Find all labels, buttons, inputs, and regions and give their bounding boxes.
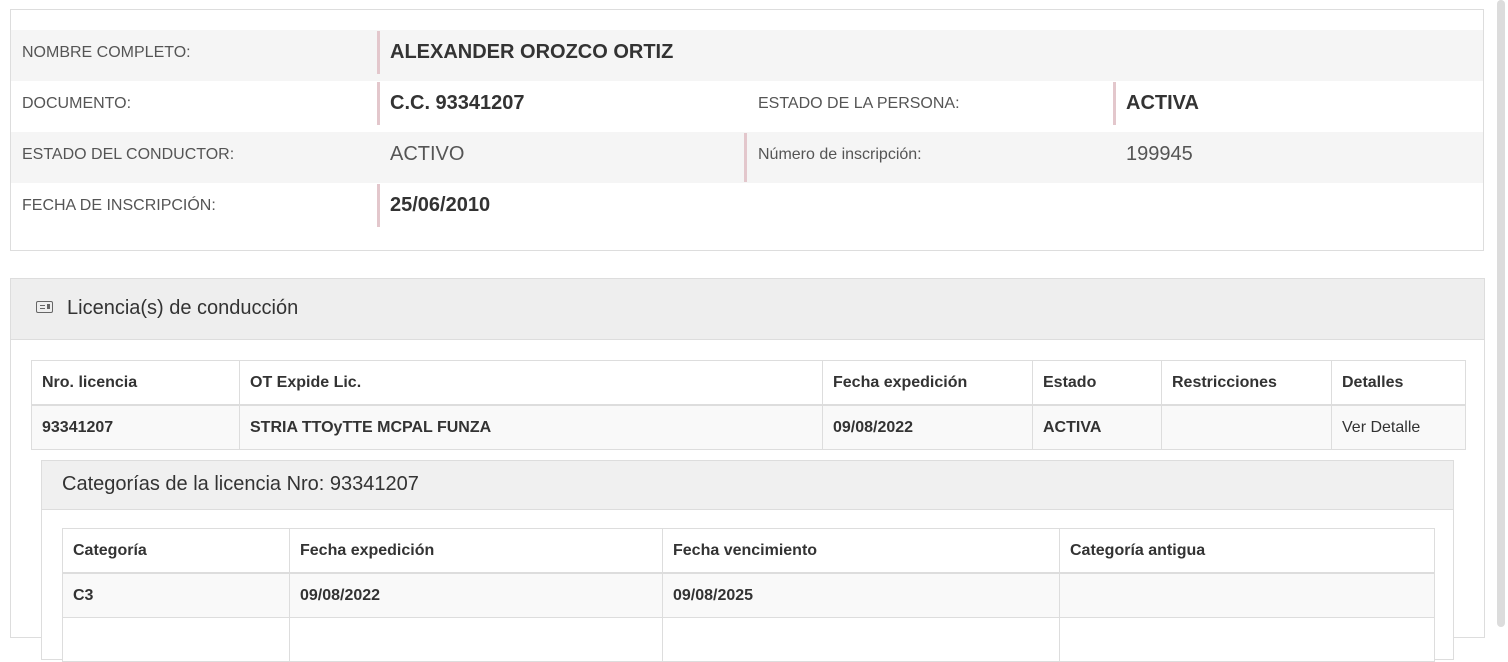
col-detalles[interactable]: Detalles [1331,360,1466,406]
row-fecha-inscripcion: FECHA DE INSCRIPCIÓN: 25/06/2010 [11,183,1483,234]
table-row [62,617,1435,662]
categorias-title: Categorías de la licencia Nro: 93341207 [62,473,419,495]
ver-detalle-link[interactable]: Ver Detalle [1331,404,1466,450]
cell-fecha-expedicion: 09/08/2022 [289,572,663,618]
col-estado[interactable]: Estado [1032,360,1162,406]
row-estado-conductor: ESTADO DEL CONDUCTOR: ACTIVO Número de i… [11,132,1483,183]
cell-empty [62,617,290,662]
cell-fecha-vencimiento: 09/08/2025 [662,572,1060,618]
cell-empty [289,617,663,662]
estado-conductor-value: ACTIVO [390,143,465,165]
estado-conductor-label: ESTADO DEL CONDUCTOR: [22,146,235,163]
row-documento: DOCUMENTO: C.C. 93341207 ESTADO DE LA PE… [11,81,1483,132]
licencias-panel-header: Licencia(s) de conducción [11,279,1484,340]
cell-ot-expide: STRIA TTOyTTE MCPAL FUNZA [239,404,823,450]
cell-fecha-expedicion: 09/08/2022 [822,404,1033,450]
col-ot-expide[interactable]: OT Expide Lic. [239,360,823,406]
fecha-inscripcion-label: FECHA DE INSCRIPCIÓN: [22,197,216,214]
value-divider [377,184,380,227]
estado-persona-value: ACTIVA [1126,92,1199,114]
col-nro-licencia[interactable]: Nro. licencia [31,360,240,406]
cell-estado: ACTIVA [1032,404,1162,450]
categorias-panel-header: Categorías de la licencia Nro: 93341207 [42,461,1453,510]
scrollbar-thumb[interactable] [1497,0,1505,627]
cell-empty [1059,617,1435,662]
col-fecha-expedicion[interactable]: Fecha expedición [289,528,663,574]
value-divider [744,133,747,182]
value-divider [377,31,380,74]
licencias-panel: Licencia(s) de conducción Nro. licencia … [10,278,1485,662]
estado-persona-label: ESTADO DE LA PERSONA: [758,95,960,112]
table-header-row: Nro. licencia OT Expide Lic. Fecha exped… [31,360,1466,406]
table-row[interactable]: 93341207 STRIA TTOyTTE MCPAL FUNZA 09/08… [31,404,1466,450]
table-header-row: Categoría Fecha expedición Fecha vencimi… [62,528,1435,574]
col-fecha-expedicion[interactable]: Fecha expedición [822,360,1033,406]
table-row: C3 09/08/2022 09/08/2025 [62,572,1435,618]
fecha-inscripcion-value: 25/06/2010 [390,194,491,216]
id-card-icon [36,301,53,313]
row-nombre: NOMBRE COMPLETO: ALEXANDER OROZCO ORTIZ [11,30,1483,81]
nombre-value: ALEXANDER OROZCO ORTIZ [390,41,674,63]
value-divider [377,82,380,125]
col-restricciones[interactable]: Restricciones [1161,360,1332,406]
documento-label: DOCUMENTO: [22,95,132,112]
documento-value: C.C. 93341207 [390,92,525,114]
value-divider [1113,82,1116,125]
numero-inscripcion-value: 199945 [1126,143,1193,165]
cell-nro-licencia: 93341207 [31,404,240,450]
col-fecha-vencimiento[interactable]: Fecha vencimiento [662,528,1060,574]
cell-categoria-antigua [1059,572,1435,618]
col-categoria-antigua[interactable]: Categoría antigua [1059,528,1435,574]
cell-categoria: C3 [62,572,290,618]
col-categoria[interactable]: Categoría [62,528,290,574]
person-info-panel: NOMBRE COMPLETO: ALEXANDER OROZCO ORTIZ … [10,9,1484,251]
licencias-title: Licencia(s) de conducción [67,297,299,319]
numero-inscripcion-label: Número de inscripción: [758,146,922,163]
categorias-table: Categoría Fecha expedición Fecha vencimi… [62,528,1435,662]
licencias-table: Nro. licencia OT Expide Lic. Fecha exped… [31,360,1466,450]
cell-empty [662,617,1060,662]
categorias-panel: Categorías de la licencia Nro: 93341207 … [41,460,1454,662]
cell-restricciones [1161,404,1332,450]
nombre-label: NOMBRE COMPLETO: [22,44,191,61]
